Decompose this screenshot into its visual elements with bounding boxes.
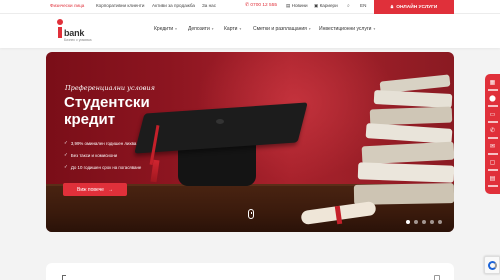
check-icon: ✓ xyxy=(64,140,68,145)
hero-bullet-text: До 10 годишен срок на погасяване xyxy=(70,164,142,170)
nav-label: Инвестиционни услуги xyxy=(319,26,372,32)
topbar-careers[interactable]: ▣ Кариери xyxy=(314,3,338,9)
hero-kicker: Преференциални условия xyxy=(65,84,155,92)
mail-icon[interactable]: ✉ xyxy=(489,144,496,151)
nav-item-cards[interactable]: Карти ▾ xyxy=(224,26,241,32)
hero-title: Студентски кредит xyxy=(64,94,150,128)
check-icon: ✓ xyxy=(64,152,68,157)
slider-dot[interactable] xyxy=(414,220,418,224)
slider-dot[interactable] xyxy=(430,220,434,224)
online-services-label: ОНЛАЙН УСЛУГИ xyxy=(396,4,438,10)
hero-bullet: ✓ 3,99% оминален годишен лихва xyxy=(64,140,136,146)
lock-icon: 🔒︎ xyxy=(390,5,394,10)
slider-dot[interactable] xyxy=(422,220,426,224)
slider-dot[interactable] xyxy=(406,220,410,224)
phone-number: 0700 12 555 xyxy=(250,3,278,8)
recaptcha-badge[interactable] xyxy=(484,256,500,274)
nav-label: Кредити xyxy=(154,26,174,32)
logo-dot xyxy=(57,19,63,25)
main-nav: bank Бизнес с усмивка Кредити ▾ Депозити ▾… xyxy=(0,14,500,48)
search-icon[interactable]: ⌕ xyxy=(347,3,350,9)
calendar-icon[interactable]: ▤ xyxy=(489,176,496,183)
top-bar: Физически лица Корпоративни клиенти Акти… xyxy=(0,0,500,14)
topbar-news[interactable]: ▤ Новини xyxy=(286,3,308,9)
topbar-link-corporate[interactable]: Корпоративни клиенти xyxy=(96,3,144,8)
careers-label: Кариери xyxy=(319,3,338,8)
phone-icon: ✆ xyxy=(245,3,250,8)
card-action-icon[interactable] xyxy=(434,275,440,280)
topbar-link-individuals[interactable]: Физически лица xyxy=(50,3,84,8)
scroll-down-icon[interactable] xyxy=(248,209,254,219)
nav-item-credits[interactable]: Кредити ▾ xyxy=(154,26,177,32)
nav-item-accounts[interactable]: Сметки и разплащания ▾ xyxy=(253,26,311,32)
topbar-link-assets[interactable]: Активи за продажба xyxy=(152,3,195,8)
arrow-right-icon: → xyxy=(107,186,113,193)
nav-label: Карти xyxy=(224,26,238,32)
hero-bullet: ✓ До 10 годишен срок на погасяване xyxy=(64,164,141,170)
graduation-cap-button xyxy=(216,119,224,124)
floating-side-panel: ▦ ⬤ ▭ ✆ ✉ ▢ ▤ xyxy=(485,74,500,194)
nav-label: Сметки и разплащания xyxy=(253,26,307,32)
hero-cta-button[interactable]: Виж повече → xyxy=(63,183,127,196)
hero-bullet-text: 3,99% оминален годишен лихва xyxy=(70,140,137,146)
slider-dots xyxy=(406,220,442,224)
news-icon: ▤ xyxy=(286,3,291,8)
briefcase-icon: ▣ xyxy=(314,3,319,8)
atm-icon[interactable]: ▭ xyxy=(489,112,496,119)
ibank-logo[interactable]: bank Бизнес с усмивка xyxy=(56,19,96,45)
chevron-down-icon: ▾ xyxy=(175,27,177,31)
nav-item-deposits[interactable]: Депозити ▾ xyxy=(188,26,214,32)
topbar-phone[interactable]: ✆ 0700 12 555 xyxy=(245,3,277,8)
chat-icon[interactable]: ▢ xyxy=(489,160,496,167)
phone-icon[interactable]: ✆ xyxy=(489,128,496,135)
nav-label: Депозити xyxy=(188,26,210,32)
chevron-down-icon: ▾ xyxy=(308,27,311,31)
slider-dot[interactable] xyxy=(438,220,442,224)
card-corner-icon xyxy=(62,275,66,280)
hero-bullet: ✓ Без такси и комисиони xyxy=(64,152,117,158)
content-card xyxy=(46,263,454,280)
hero-banner: Преференциални условия Студентски кредит… xyxy=(46,52,454,232)
logo-tagline: Бизнес с усмивка xyxy=(64,38,92,42)
logo-bar xyxy=(58,27,62,38)
recaptcha-icon xyxy=(488,261,497,270)
topbar-link-about[interactable]: За нас xyxy=(202,3,216,8)
online-services-button[interactable]: 🔒︎ ОНЛАЙН УСЛУГИ xyxy=(374,0,454,14)
chevron-down-icon: ▾ xyxy=(211,27,214,31)
hero-cta-label: Виж повече xyxy=(77,186,104,193)
location-pin-icon[interactable]: ⬤ xyxy=(489,96,496,103)
calculator-icon[interactable]: ▦ xyxy=(489,80,496,87)
news-label: Новини xyxy=(291,3,308,8)
logo-word: bank xyxy=(64,28,85,38)
nav-item-investments[interactable]: Инвестиционни услуги ▾ xyxy=(319,26,375,32)
language-switch[interactable]: EN xyxy=(360,3,366,8)
chevron-down-icon: ▾ xyxy=(373,27,376,31)
check-icon: ✓ xyxy=(64,164,68,169)
chevron-down-icon: ▾ xyxy=(239,27,242,31)
hero-bullet-text: Без такси и комисиони xyxy=(70,152,118,158)
